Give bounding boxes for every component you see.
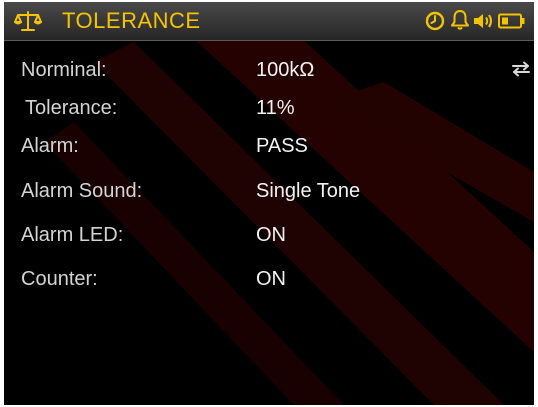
- setting-label: Alarm Sound:: [21, 180, 143, 202]
- title-bar: TOLERANCE: [4, 2, 534, 41]
- setting-label: Alarm LED:: [21, 224, 124, 246]
- battery-icon: [498, 13, 526, 34]
- setting-value: Single Tone: [256, 180, 361, 202]
- setting-value: 11%: [256, 97, 295, 119]
- device-screen: TOLERANCE Norminal: 100kΩ Tolerance: 11%…: [4, 2, 534, 405]
- setting-row-alarm-sound[interactable]: Alarm Sound: Single Tone: [4, 178, 534, 208]
- setting-value: PASS: [256, 135, 308, 157]
- setting-label: Counter:: [21, 268, 98, 290]
- swap-arrows-icon[interactable]: [511, 61, 531, 82]
- setting-row-alarm-led[interactable]: Alarm LED: ON: [4, 222, 534, 252]
- setting-value: 100kΩ: [256, 59, 315, 81]
- setting-label: Alarm:: [21, 135, 79, 157]
- setting-row-norminal[interactable]: Norminal: 100kΩ: [4, 57, 534, 87]
- setting-row-tolerance[interactable]: Tolerance: 11%: [4, 95, 534, 125]
- page-title: TOLERANCE: [62, 8, 201, 33]
- setting-value: ON: [256, 224, 286, 246]
- setting-value: ON: [256, 268, 286, 290]
- clock-icon: [425, 11, 445, 36]
- setting-row-counter[interactable]: Counter: ON: [4, 266, 534, 296]
- setting-row-alarm[interactable]: Alarm: PASS: [4, 133, 534, 163]
- speaker-icon: [472, 12, 496, 35]
- scale-icon: [14, 10, 42, 37]
- bell-icon: [450, 9, 470, 36]
- setting-label: Tolerance:: [25, 97, 118, 119]
- setting-label: Norminal:: [21, 59, 107, 81]
